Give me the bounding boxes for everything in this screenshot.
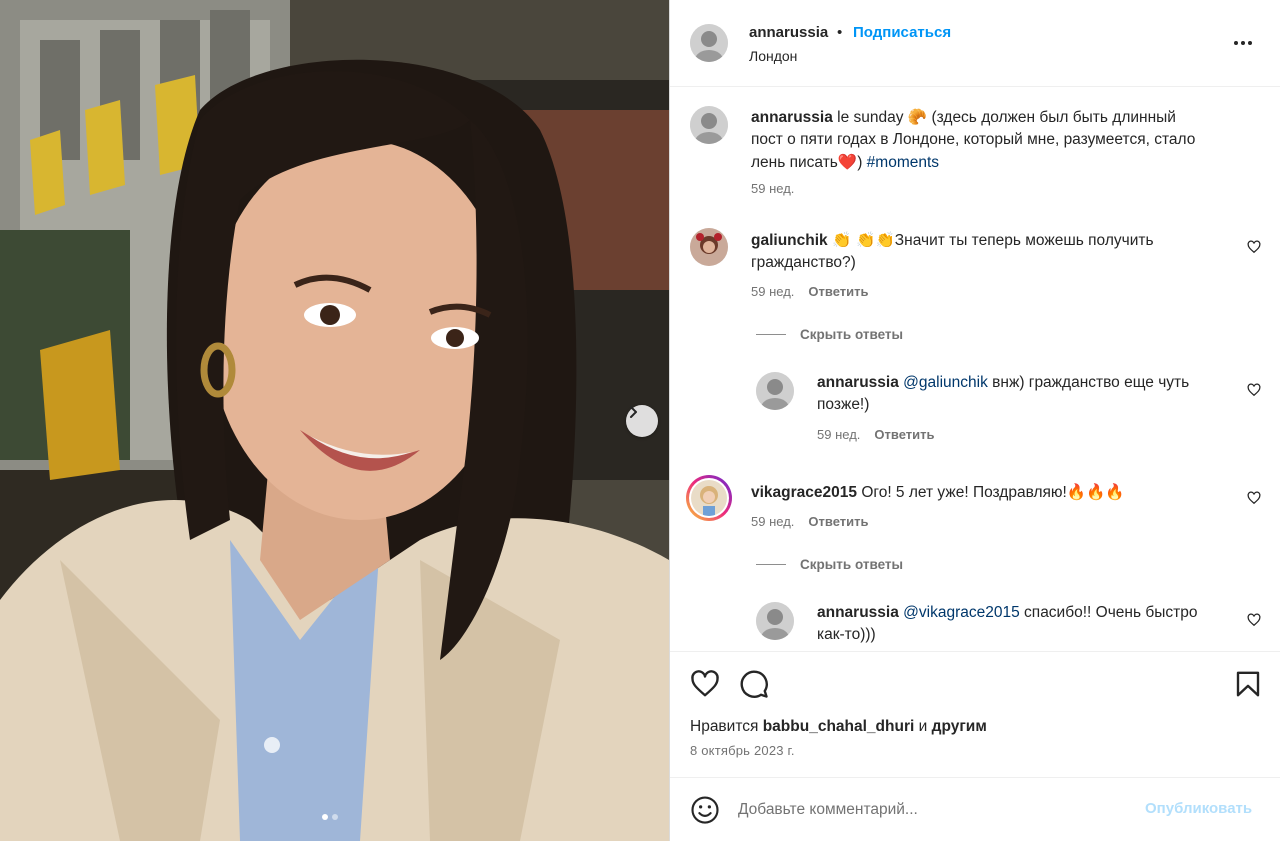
reply-like-heart-icon[interactable] — [1247, 383, 1261, 397]
author-avatar[interactable] — [690, 24, 728, 62]
likes-others-link[interactable]: другим — [932, 718, 987, 735]
comment-composer: Опубликовать — [670, 777, 1280, 841]
comment-avatar[interactable] — [690, 228, 728, 266]
carousel-dot — [332, 814, 338, 820]
post-actions: Нравится babbu_chahal_dhuri и другим 8 о… — [670, 651, 1280, 777]
hide-replies-button[interactable]: Скрыть ответы — [756, 327, 903, 342]
comment-username[interactable]: vikagrace2015 — [751, 484, 857, 501]
bookmark-icon[interactable] — [1233, 669, 1263, 699]
reply-meta: 59 нед. Ответить — [817, 427, 934, 442]
reply-avatar[interactable] — [756, 602, 794, 640]
post-photo — [0, 0, 669, 841]
caption-username[interactable]: annarussia — [751, 109, 833, 126]
comment-input[interactable] — [738, 792, 1128, 828]
reply-avatar[interactable] — [756, 372, 794, 410]
reply-button[interactable]: Ответить — [808, 514, 868, 529]
caption-time[interactable]: 59 нед. — [751, 181, 794, 196]
reply-username[interactable]: annarussia — [817, 374, 899, 391]
comment-text: vikagrace2015 Ого! 5 лет уже! Поздравляю… — [751, 483, 1125, 501]
hashtag-link[interactable]: #moments — [867, 154, 939, 171]
reply-username[interactable]: annarussia — [817, 604, 899, 621]
carousel-indicator — [322, 814, 338, 820]
comment-bubble-icon[interactable] — [739, 669, 769, 699]
caption-avatar[interactable] — [690, 106, 728, 144]
heart-icon[interactable] — [690, 669, 720, 699]
smiley-icon[interactable] — [690, 795, 720, 825]
reply-like-heart-icon[interactable] — [1247, 613, 1261, 627]
more-options-button[interactable] — [1230, 33, 1256, 53]
reply-text: annarussia @vikagrace2015 спасибо!! Очен… — [817, 604, 1198, 643]
more-horizontal-icon — [1234, 41, 1238, 45]
caption-text: annarussia le sunday 🥐 (здесь должен был… — [751, 108, 1196, 171]
story-ring-avatar[interactable] — [686, 475, 732, 521]
carousel-next-button[interactable] — [626, 405, 658, 437]
post-date[interactable]: 8 октябрь 2023 г. — [690, 743, 795, 758]
comment-username[interactable]: galiunchik — [751, 232, 828, 249]
reply-text: annarussia @galiunchik внж) гражданство … — [817, 374, 1190, 413]
follow-button[interactable]: Подписаться — [853, 24, 951, 41]
post-header: annarussia • Подписаться Лондон — [670, 0, 1280, 87]
hide-replies-button[interactable]: Скрыть ответы — [756, 557, 903, 572]
mention-link[interactable]: @galiunchik — [903, 374, 988, 391]
comment-meta: 59 нед. Ответить — [751, 514, 868, 529]
likes-summary: Нравится babbu_chahal_dhuri и другим — [690, 718, 987, 735]
post-location[interactable]: Лондон — [749, 48, 797, 64]
comment-meta: 59 нед. Ответить — [751, 284, 868, 299]
publish-button[interactable]: Опубликовать — [1145, 800, 1252, 817]
reply-time[interactable]: 59 нед. — [817, 427, 860, 442]
chevron-right-icon — [630, 406, 637, 418]
mention-link[interactable]: @vikagrace2015 — [903, 604, 1020, 621]
comment-like-heart-icon[interactable] — [1247, 491, 1261, 505]
instagram-post-modal: annarussia • Подписаться Лондон annaruss… — [0, 0, 1280, 841]
post-side-panel: annarussia • Подписаться Лондон annaruss… — [669, 0, 1280, 841]
comment-time[interactable]: 59 нед. — [751, 514, 794, 529]
author-username[interactable]: annarussia — [749, 24, 828, 41]
comment-text: galiunchik 👏 👏👏Значит ты теперь можешь п… — [751, 231, 1154, 271]
comment-time[interactable]: 59 нед. — [751, 284, 794, 299]
caption-meta: 59 нед. — [751, 181, 794, 196]
selfie-image — [0, 0, 669, 841]
reply-button[interactable]: Ответить — [874, 427, 934, 442]
comments-list[interactable]: annarussia le sunday 🥐 (здесь должен был… — [670, 88, 1280, 651]
comment-like-heart-icon[interactable] — [1247, 240, 1261, 254]
reply-button[interactable]: Ответить — [808, 284, 868, 299]
separator-dot: • — [837, 24, 843, 41]
carousel-dot-active — [322, 814, 328, 820]
likes-user-link[interactable]: babbu_chahal_dhuri — [763, 718, 915, 735]
